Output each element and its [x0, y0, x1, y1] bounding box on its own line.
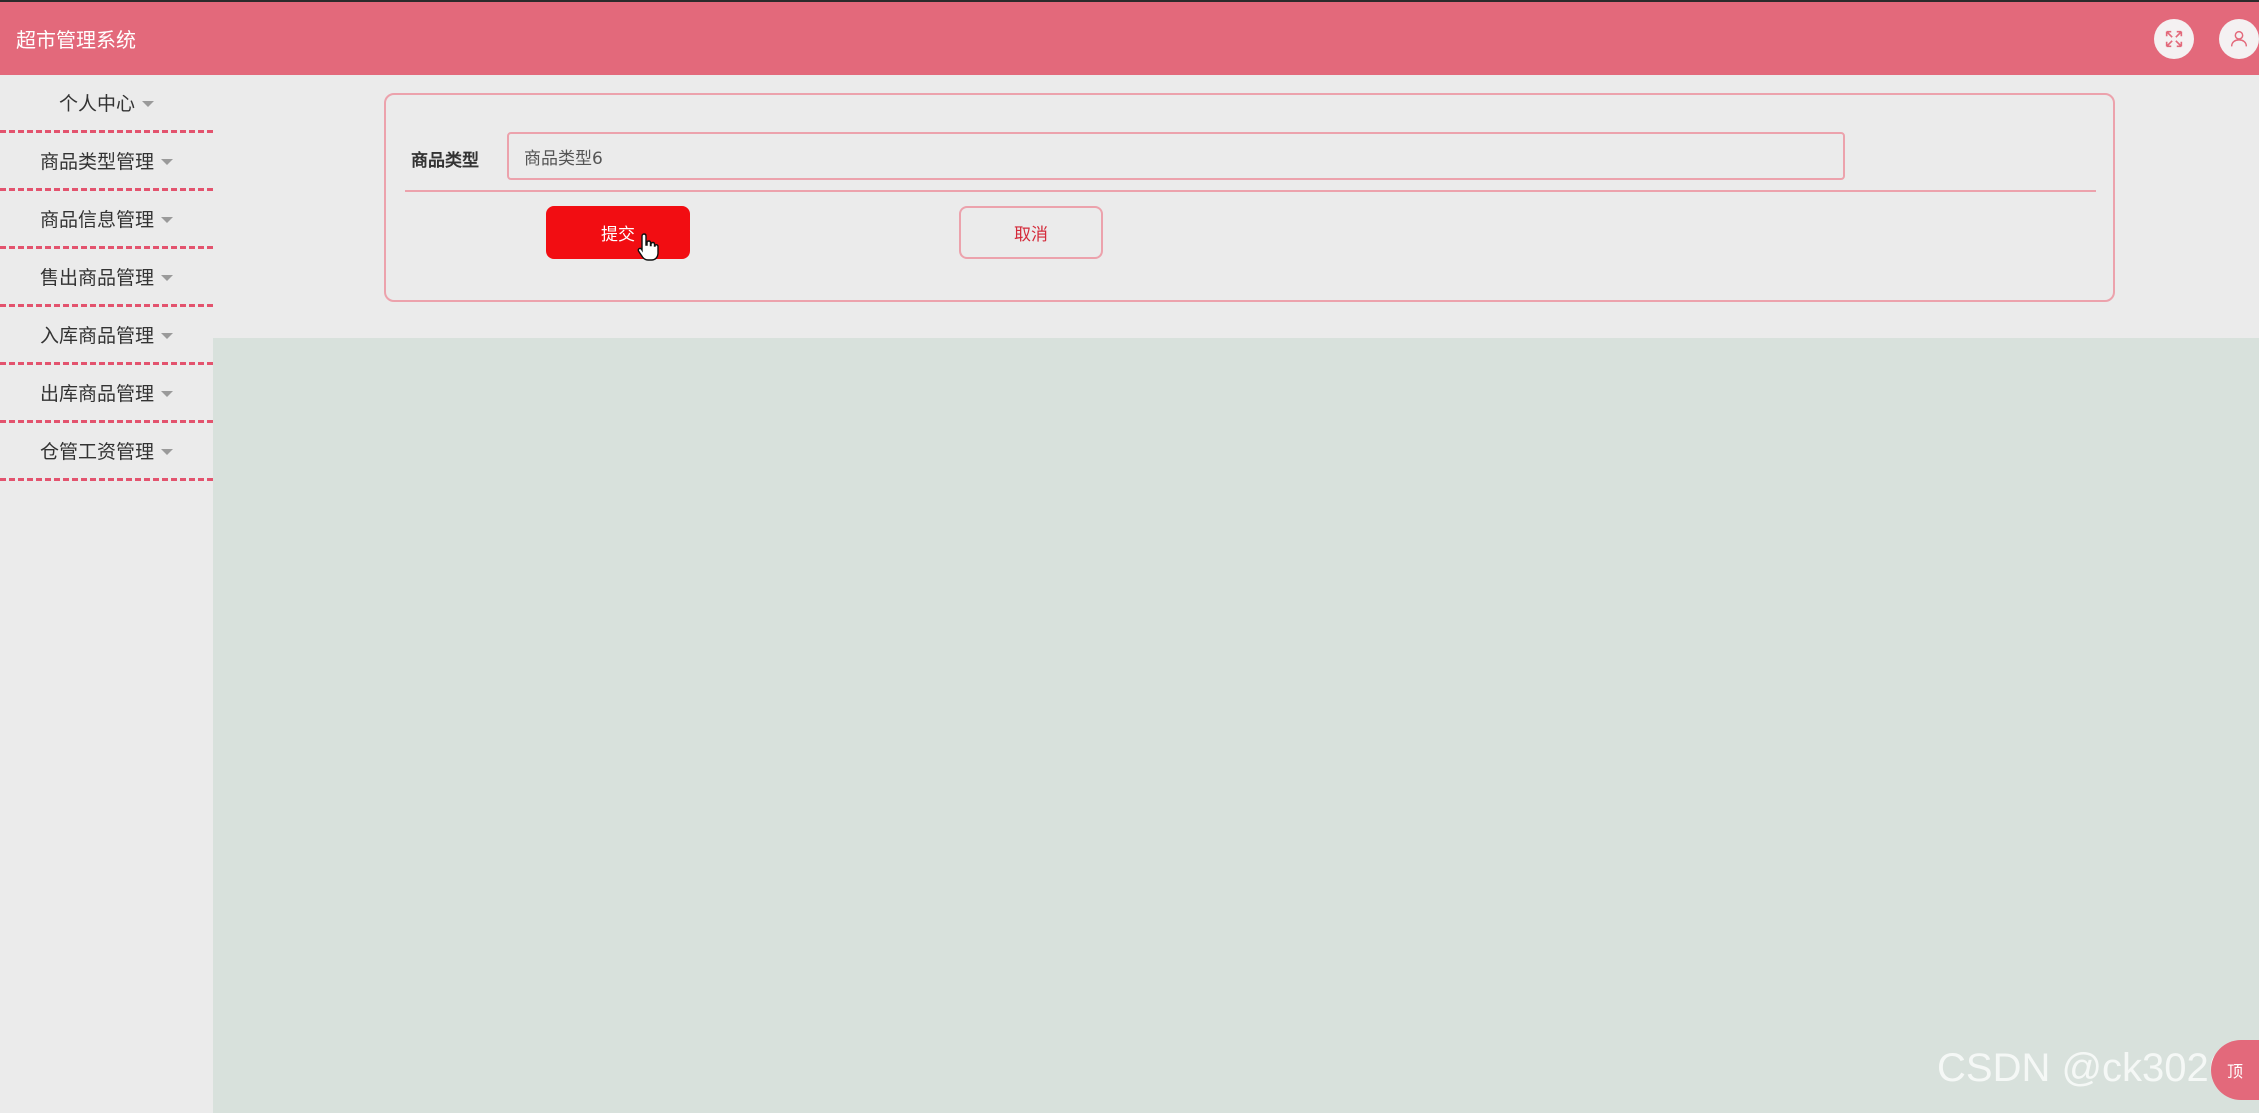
top-header: 超市管理系统 [0, 0, 2259, 75]
sidebar-item-personal-center[interactable]: 个人中心 [0, 75, 213, 133]
hand-cursor-icon [637, 233, 659, 261]
caret-down-icon [161, 158, 173, 165]
sidebar-item-warehouse-salary[interactable]: 仓管工资管理 [0, 423, 213, 481]
app-title: 超市管理系统 [16, 28, 136, 52]
back-to-top-button[interactable]: 顶 [2211, 1040, 2259, 1100]
sidebar-item-label: 售出商品管理 [39, 267, 154, 289]
sidebar: 个人中心 商品类型管理 商品信息管理 售出商品管理 入库商品管理 出库商品管理 … [0, 75, 213, 1113]
sidebar-item-label: 出库商品管理 [39, 383, 154, 405]
caret-down-icon [161, 332, 173, 339]
sidebar-item-label: 个人中心 [58, 93, 135, 115]
user-button[interactable] [2219, 19, 2259, 59]
watermark: CSDN @ck3026 [1937, 1046, 2232, 1090]
caret-down-icon [161, 274, 173, 281]
user-icon [2230, 30, 2248, 47]
caret-down-icon [161, 390, 173, 397]
sidebar-item-product-info[interactable]: 商品信息管理 [0, 191, 213, 249]
product-type-input[interactable] [507, 132, 1845, 180]
product-type-label: 商品类型 [411, 151, 479, 171]
fullscreen-button[interactable] [2154, 19, 2194, 59]
sidebar-item-label: 入库商品管理 [39, 325, 154, 347]
fullscreen-icon [2165, 30, 2183, 48]
back-to-top-label: 顶 [2226, 1062, 2243, 1081]
sidebar-item-sold-products[interactable]: 售出商品管理 [0, 249, 213, 307]
sidebar-item-stock-out[interactable]: 出库商品管理 [0, 365, 213, 423]
sidebar-item-label: 商品类型管理 [39, 151, 154, 173]
caret-down-icon [161, 216, 173, 223]
caret-down-icon [142, 100, 154, 107]
submit-button[interactable]: 提交 [546, 206, 690, 259]
edit-form: 商品类型 提交 取消 [384, 93, 2115, 302]
sidebar-item-label: 商品信息管理 [39, 209, 154, 231]
sidebar-item-product-type[interactable]: 商品类型管理 [0, 133, 213, 191]
cancel-button[interactable]: 取消 [959, 206, 1103, 259]
sidebar-item-stock-in[interactable]: 入库商品管理 [0, 307, 213, 365]
sidebar-item-label: 仓管工资管理 [39, 441, 154, 463]
form-divider [405, 190, 2096, 192]
caret-down-icon [161, 448, 173, 455]
